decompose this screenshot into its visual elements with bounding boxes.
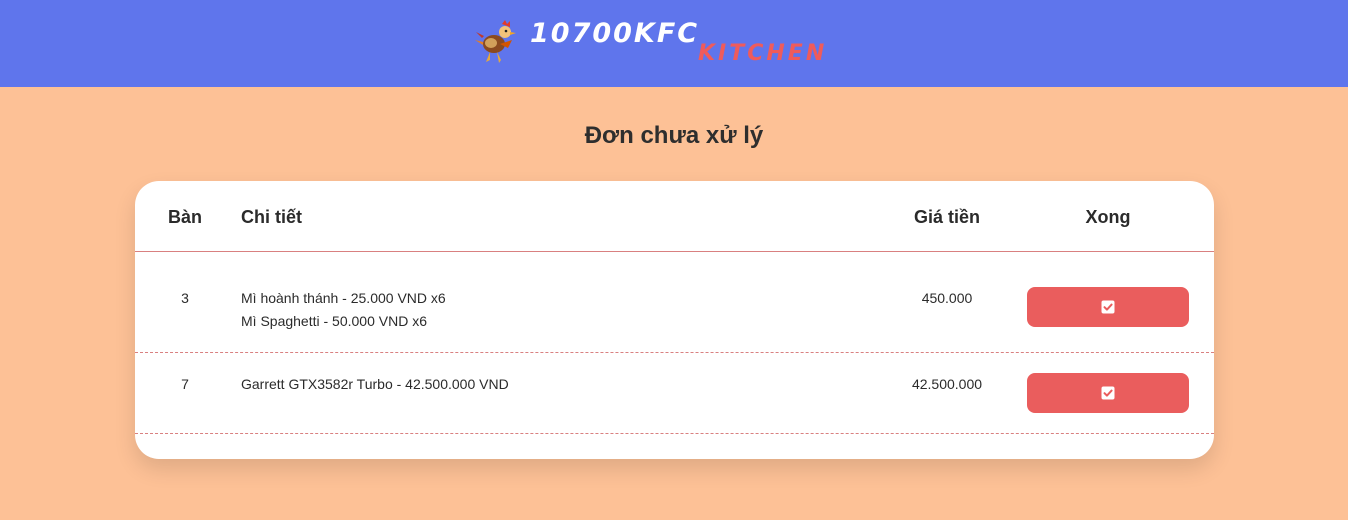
check-square-icon [1101, 300, 1115, 314]
mark-done-button[interactable] [1027, 287, 1189, 327]
table-row: 7 Garrett GTX3582r Turbo - 42.500.000 VN… [135, 353, 1214, 434]
check-square-icon [1101, 386, 1115, 400]
order-item: Mì Spaghetti - 50.000 VND x6 [241, 313, 427, 329]
app-header: 10700KFC KITCHEN [0, 0, 1348, 87]
brand-logo[interactable]: 10700KFC KITCHEN [472, 18, 872, 68]
order-item: Mì hoành thánh - 25.000 VND x6 [241, 290, 446, 306]
rooster-mascot-icon [475, 20, 516, 63]
table-number: 7 [181, 376, 189, 392]
order-item: Garrett GTX3582r Turbo - 42.500.000 VND [241, 376, 509, 392]
order-price: 42.500.000 [911, 376, 983, 392]
order-details: Mì hoành thánh - 25.000 VND x6 Mì Spaghe… [241, 287, 446, 333]
logo-text-bottom: KITCHEN [698, 41, 828, 66]
order-price: 450.000 [921, 290, 973, 306]
page-title: Đơn chưa xử lý [584, 122, 764, 149]
table-number: 3 [181, 290, 189, 306]
logo-text-top: 10700KFC [530, 18, 700, 49]
mark-done-button[interactable] [1027, 373, 1189, 413]
column-header-price: Giá tiền [913, 207, 980, 227]
column-header-table: Bàn [167, 207, 202, 227]
orders-table-card: Bàn Chi tiết Giá tiền Xong 3 Mì hoành th… [135, 181, 1214, 459]
table-row: 3 Mì hoành thánh - 25.000 VND x6 Mì Spag… [135, 252, 1214, 353]
column-header-done: Xong [1085, 207, 1131, 227]
order-details: Garrett GTX3582r Turbo - 42.500.000 VND [241, 373, 509, 396]
column-header-details: Chi tiết [241, 207, 302, 227]
